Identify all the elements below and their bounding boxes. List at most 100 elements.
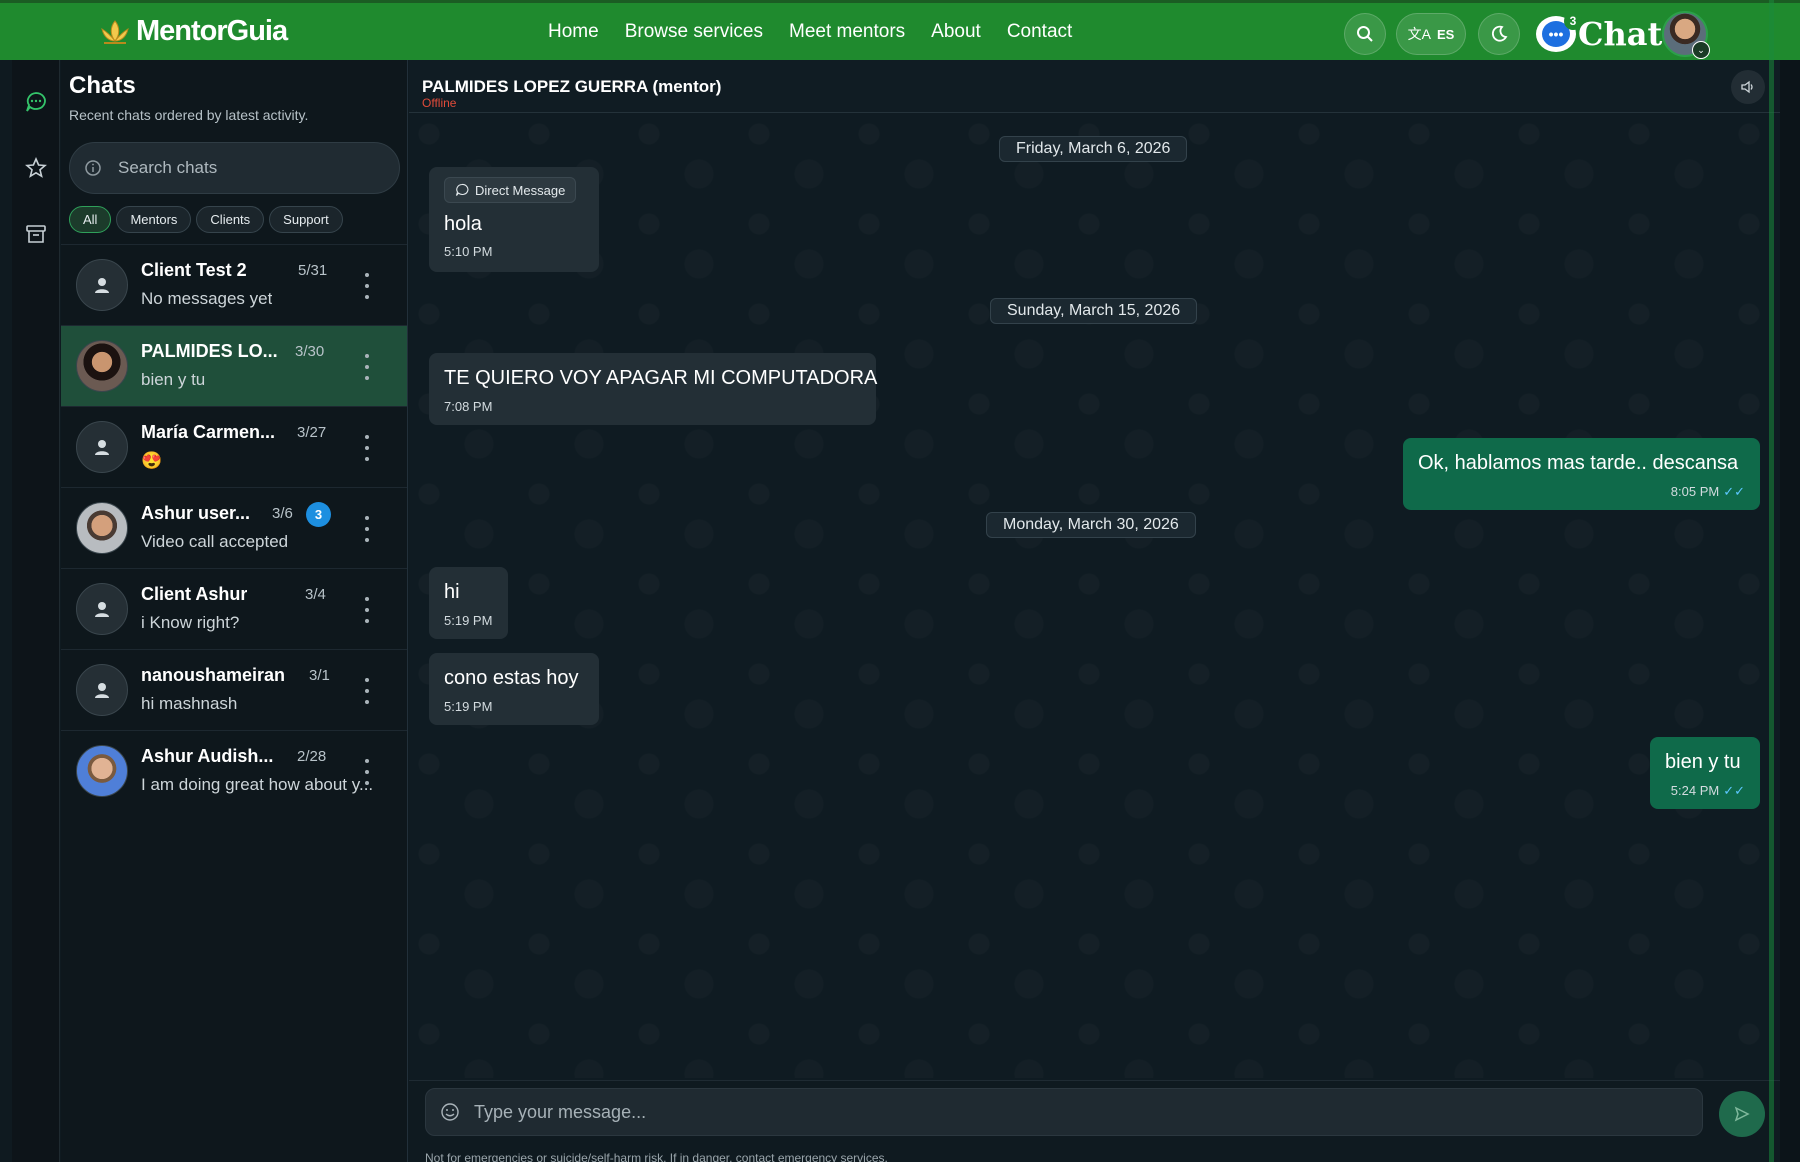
nav-contact[interactable]: Contact: [1007, 21, 1072, 43]
sound-toggle-button[interactable]: [1731, 70, 1765, 104]
filter-mentors[interactable]: Mentors: [116, 206, 192, 233]
date-separator: Monday, March 30, 2026: [986, 512, 1196, 538]
nav-home[interactable]: Home: [548, 21, 599, 43]
more-options-icon[interactable]: [363, 678, 371, 704]
date-separator: Friday, March 6, 2026: [999, 136, 1188, 162]
language-label: ES: [1437, 26, 1455, 42]
rail-favorites-button[interactable]: [24, 156, 48, 180]
message-input[interactable]: [474, 1101, 1574, 1123]
language-button[interactable]: 文A ES: [1396, 13, 1466, 55]
more-options-icon[interactable]: [363, 435, 371, 461]
chat-list-item[interactable]: Client Ashur 3/4 i Know right?: [61, 568, 407, 649]
contact-name: PALMIDES LOPEZ GUERRA (mentor): [422, 77, 722, 96]
chat-list-item[interactable]: María Carmen... 3/27 😍: [61, 406, 407, 487]
chat-date: 3/30: [295, 343, 325, 360]
double-check-icon: ✓✓: [1723, 484, 1745, 499]
chat-preview: i Know right?: [141, 613, 240, 632]
chat-list: Client Test 2 5/31 No messages yet PALMI…: [61, 244, 407, 811]
main-nav: Home Browse services Meet mentors About …: [548, 21, 1072, 43]
brand-logo[interactable]: MentorGuia: [98, 15, 288, 48]
message-meta: 5:24 PM ✓✓: [1665, 783, 1745, 799]
chat-list-item[interactable]: Ashur Audish... 2/28 I am doing great ho…: [61, 730, 407, 811]
filter-clients[interactable]: Clients: [196, 206, 265, 233]
message-text: bien y tu: [1665, 751, 1741, 773]
nav-about[interactable]: About: [931, 21, 981, 43]
default-avatar: [76, 583, 128, 635]
lotus-leaf-icon: [101, 19, 129, 44]
search-icon: [1357, 26, 1373, 42]
photo-avatar: [76, 340, 128, 392]
chat-filter-tabs: All Mentors Clients Support: [69, 206, 343, 233]
chat-list-item[interactable]: Client Test 2 5/31 No messages yet: [61, 244, 407, 325]
search-chats-input[interactable]: [118, 158, 378, 178]
chat-list-item-selected[interactable]: PALMIDES LO... 3/30 bien y tu: [61, 325, 407, 406]
message-time: 7:08 PM: [444, 399, 493, 414]
chat-date: 2/28: [297, 748, 327, 765]
chat-name: Client Test 2: [141, 260, 247, 280]
message-time: 5:19 PM: [444, 699, 493, 714]
chat-name: nanoushameiran: [141, 665, 286, 685]
chat-list-item[interactable]: Ashur user... 3/6 3 Video call accepted: [61, 487, 407, 568]
message-composer: Not for emergencies or suicide/self-harm…: [409, 1080, 1780, 1162]
chat-list-item[interactable]: nanoushameiran 3/1 hi mashnash: [61, 649, 407, 730]
search-button[interactable]: [1344, 13, 1386, 55]
message-text: hola: [444, 213, 482, 235]
top-navbar: MentorGuia Home Browse services Meet men…: [0, 0, 1800, 60]
photo-avatar: [76, 745, 128, 797]
chat-preview: bien y tu: [141, 370, 206, 389]
message-incoming: TE QUIERO VOY APAGAR MI COMPUTADORA 7:08…: [429, 353, 878, 425]
chat-name: PALMIDES LO...: [141, 341, 278, 361]
page-scrollbar[interactable]: [1769, 0, 1774, 1162]
nav-meet-mentors[interactable]: Meet mentors: [789, 21, 905, 43]
more-options-icon[interactable]: [363, 273, 371, 299]
date-separator: Sunday, March 15, 2026: [990, 298, 1198, 324]
default-avatar: [76, 259, 128, 311]
message-text: cono estas hoy: [444, 667, 579, 689]
message-incoming: cono estas hoy 5:19 PM: [429, 653, 599, 725]
chat-name: Client Ashur: [141, 584, 248, 604]
more-options-icon[interactable]: [363, 597, 371, 623]
emoji-icon[interactable]: [440, 1102, 460, 1122]
chat-logo-button[interactable]: ••• 3 Chat: [1536, 12, 1663, 55]
send-button[interactable]: [1719, 1091, 1765, 1137]
sidebar-subtitle: Recent chats ordered by latest activity.: [69, 107, 309, 123]
person-icon: [95, 278, 109, 293]
message-time: 5:10 PM: [444, 244, 493, 259]
direct-message-tag: Direct Message: [444, 177, 577, 203]
chat-preview: I am doing great how about y...: [141, 775, 374, 794]
chat-logo-word: Chat: [1578, 15, 1663, 53]
person-icon: [95, 683, 109, 698]
filter-all[interactable]: All: [69, 206, 112, 233]
message-time: 5:24 PM: [1670, 783, 1720, 798]
chat-name: Ashur user...: [141, 503, 251, 523]
more-options-icon[interactable]: [363, 354, 371, 380]
user-avatar-menu[interactable]: ⌄: [1662, 11, 1710, 59]
chat-search-box: [69, 142, 400, 194]
default-avatar: [76, 664, 128, 716]
more-options-icon[interactable]: [363, 759, 371, 785]
star-icon: [25, 157, 47, 178]
message-text: TE QUIERO VOY APAGAR MI COMPUTADORA: [444, 367, 878, 389]
archive-icon: [26, 225, 46, 243]
more-options-icon[interactable]: [363, 516, 371, 542]
person-icon: [95, 440, 109, 455]
speaker-icon: [1741, 80, 1753, 94]
chat-date: 3/27: [297, 424, 327, 441]
chat-name: Ashur Audish...: [141, 746, 274, 766]
chat-date: 5/31: [298, 262, 328, 279]
right-edge-strip: [1780, 60, 1800, 1162]
filter-support[interactable]: Support: [269, 206, 343, 233]
rail-archive-button[interactable]: [24, 222, 48, 246]
nav-browse-services[interactable]: Browse services: [625, 21, 763, 43]
chat-date: 3/4: [305, 586, 326, 603]
message-meta: 8:05 PM ✓✓: [1418, 484, 1745, 500]
theme-toggle-button[interactable]: [1478, 13, 1520, 55]
chat-preview: No messages yet: [141, 289, 273, 308]
message-outgoing: bien y tu 5:24 PM ✓✓: [1650, 737, 1760, 809]
left-icon-rail: [12, 60, 60, 1162]
message-incoming: Direct Message hola 5:10 PM: [429, 167, 599, 272]
chat-preview: 😍: [141, 451, 163, 470]
default-avatar: [76, 421, 128, 473]
rail-chats-button[interactable]: [24, 90, 48, 114]
chats-sidebar: Chats Recent chats ordered by latest act…: [61, 60, 408, 1162]
